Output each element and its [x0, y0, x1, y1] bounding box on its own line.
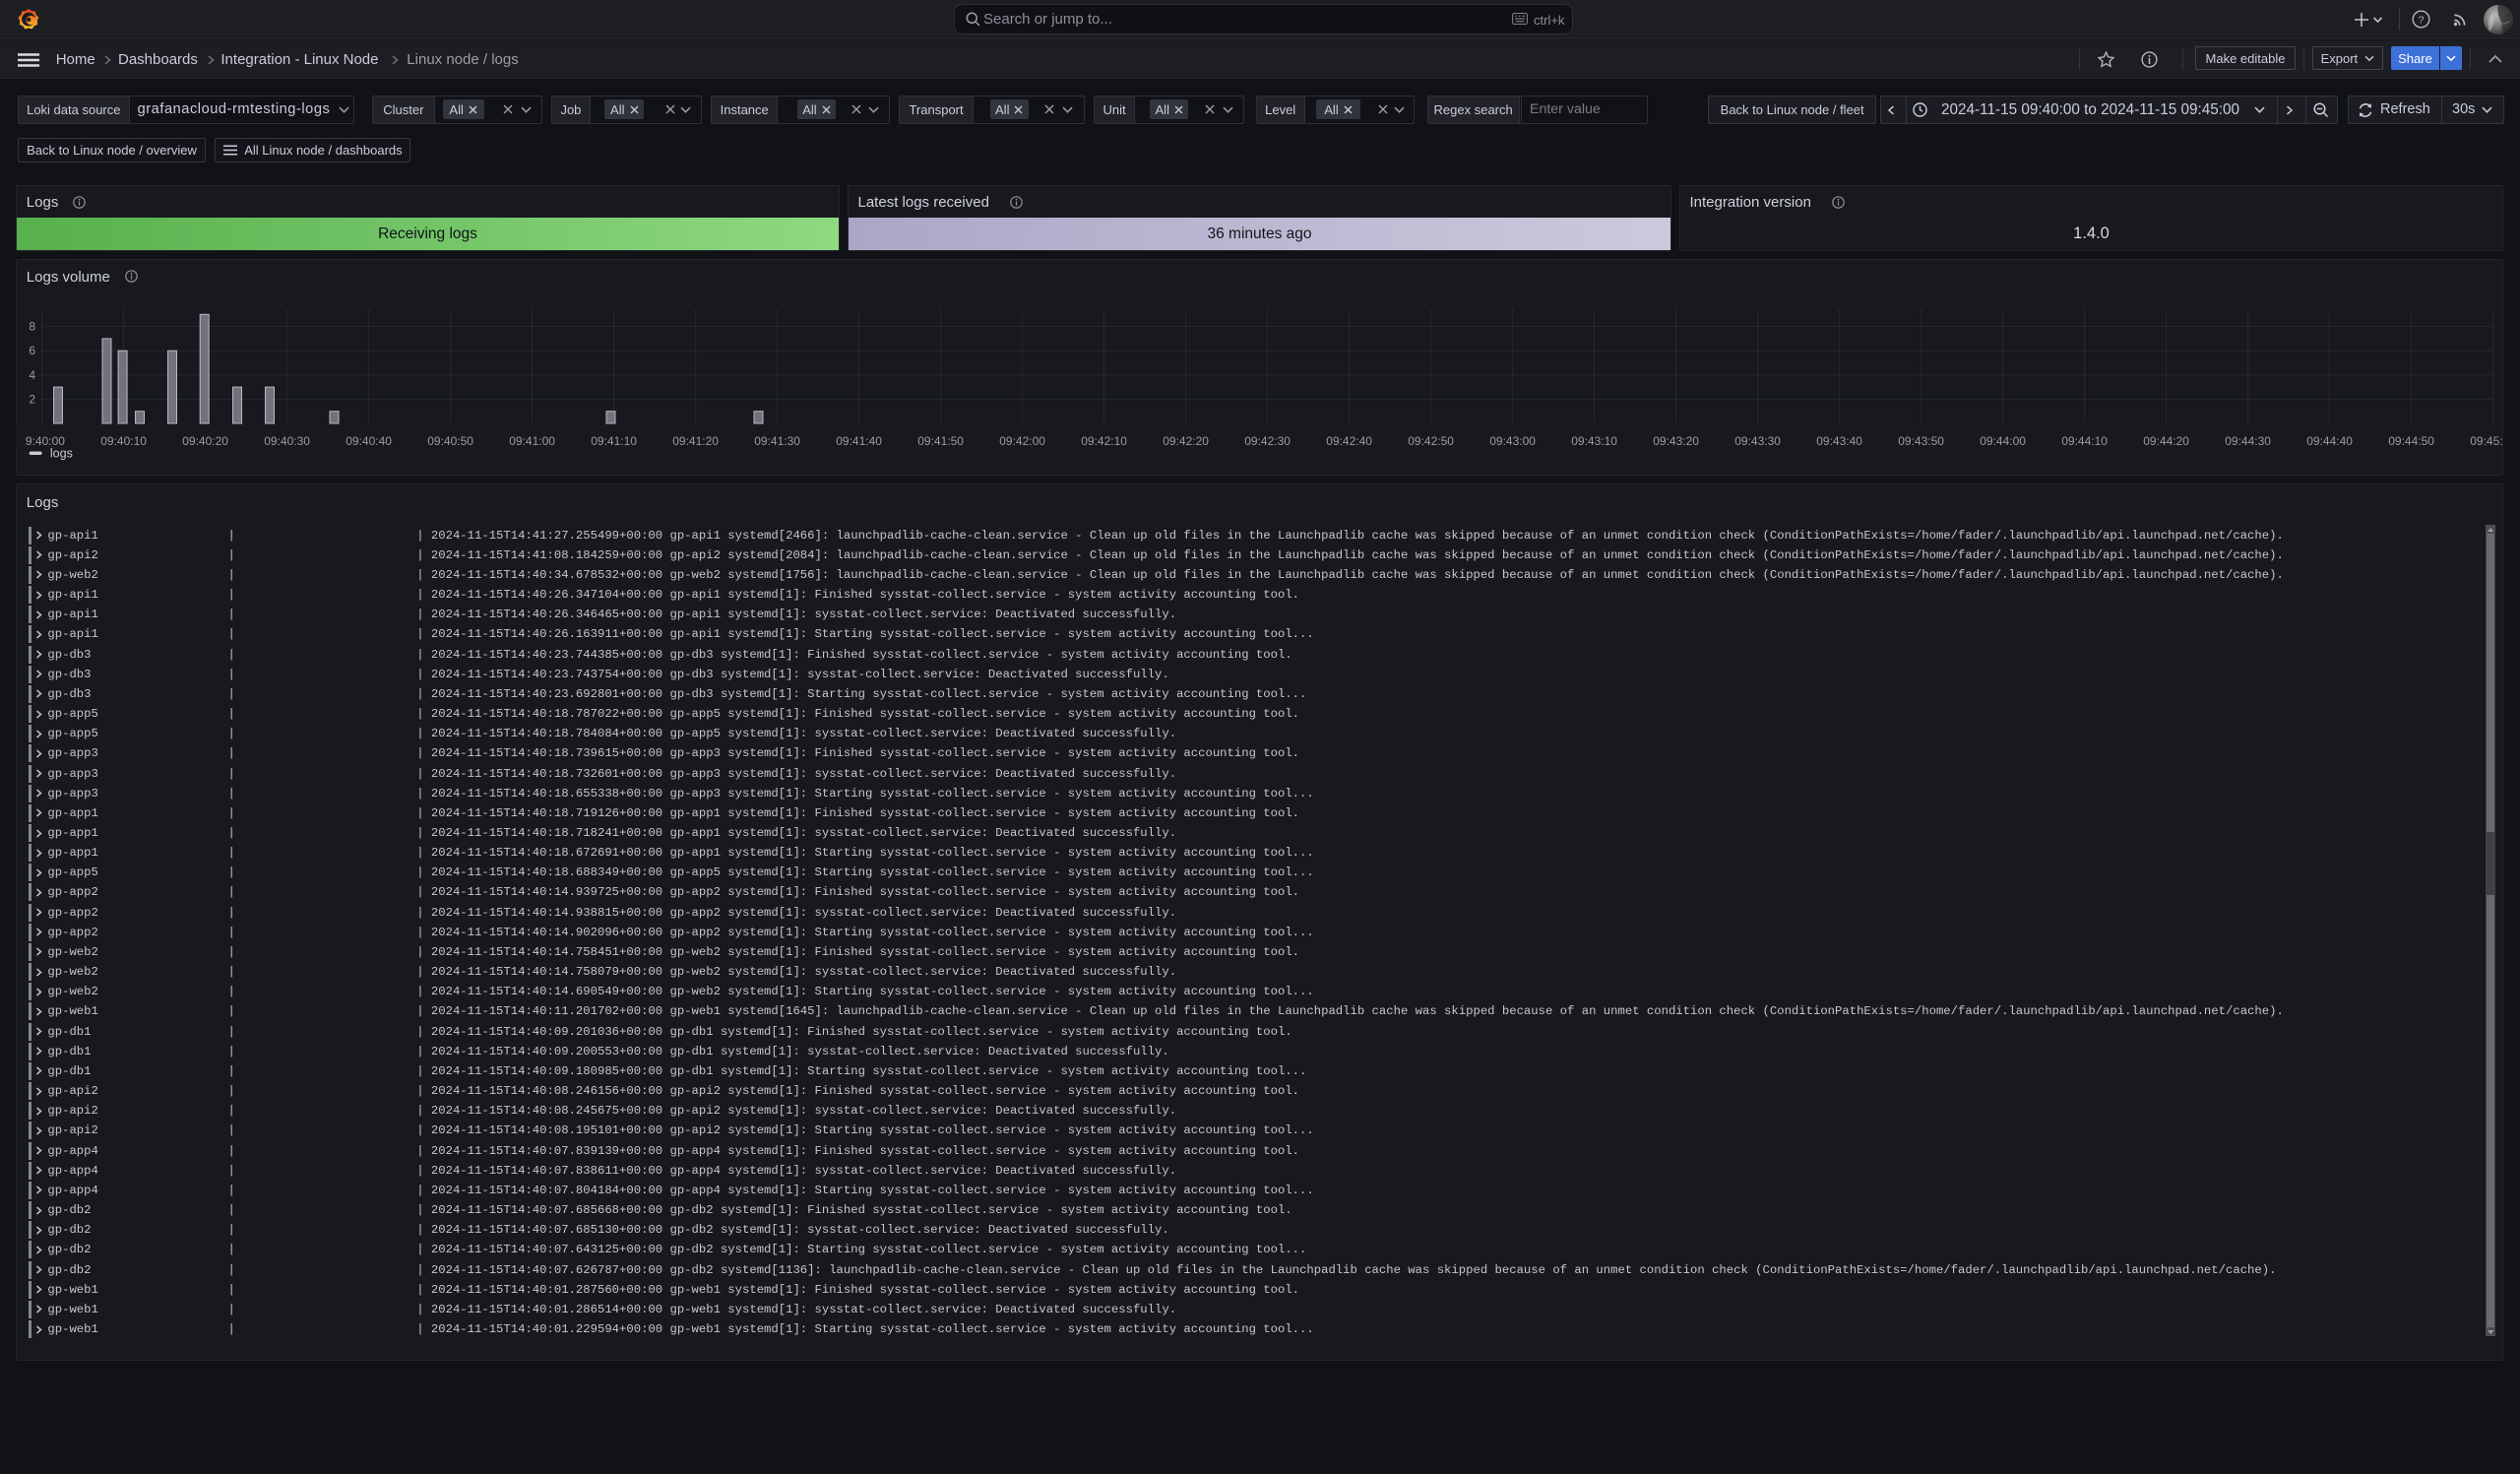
svg-text:09:41:50: 09:41:50	[917, 434, 964, 448]
svg-text:09:42:50: 09:42:50	[1408, 434, 1454, 448]
svg-text:09:42:00: 09:42:00	[999, 434, 1045, 448]
svg-text:09:41:30: 09:41:30	[754, 434, 800, 448]
svg-text:4: 4	[29, 368, 35, 382]
svg-text:09:40:20: 09:40:20	[182, 434, 228, 448]
svg-text:09:44:50: 09:44:50	[2388, 434, 2434, 448]
svg-text:09:43:00: 09:43:00	[1489, 434, 1536, 448]
svg-text:09:41:10: 09:41:10	[591, 434, 637, 448]
svg-text:09:44:40: 09:44:40	[2306, 434, 2353, 448]
svg-text:09:44:20: 09:44:20	[2143, 434, 2189, 448]
svg-text:09:41:40: 09:41:40	[836, 434, 882, 448]
svg-text:09:40:50: 09:40:50	[427, 434, 473, 448]
svg-text:09:42:30: 09:42:30	[1244, 434, 1291, 448]
svg-text:09:44:10: 09:44:10	[2061, 434, 2108, 448]
svg-text:09:42:20: 09:42:20	[1163, 434, 1209, 448]
svg-text:09:41:00: 09:41:00	[509, 434, 555, 448]
svg-text:09:40:30: 09:40:30	[264, 434, 310, 448]
svg-text:8: 8	[29, 320, 35, 334]
svg-text:09:44:30: 09:44:30	[2225, 434, 2271, 448]
svg-text:09:41:20: 09:41:20	[672, 434, 719, 448]
svg-text:09:43:20: 09:43:20	[1653, 434, 1699, 448]
svg-text:2: 2	[29, 392, 35, 406]
svg-text:?: ?	[2419, 14, 2425, 26]
svg-text:09:42:10: 09:42:10	[1081, 434, 1127, 448]
svg-text:09:45:00: 09:45:00	[2470, 434, 2503, 448]
svg-text:6: 6	[29, 344, 35, 357]
svg-text:logs: logs	[50, 447, 73, 461]
svg-text:09:44:00: 09:44:00	[1980, 434, 2026, 448]
svg-text:09:40:10: 09:40:10	[100, 434, 147, 448]
svg-text:09:43:30: 09:43:30	[1734, 434, 1781, 448]
svg-text:09:43:50: 09:43:50	[1898, 434, 1944, 448]
svg-text:09:43:10: 09:43:10	[1571, 434, 1617, 448]
svg-text:09:43:40: 09:43:40	[1816, 434, 1862, 448]
svg-text:09:40:40: 09:40:40	[346, 434, 392, 448]
svg-text:09:42:40: 09:42:40	[1326, 434, 1372, 448]
